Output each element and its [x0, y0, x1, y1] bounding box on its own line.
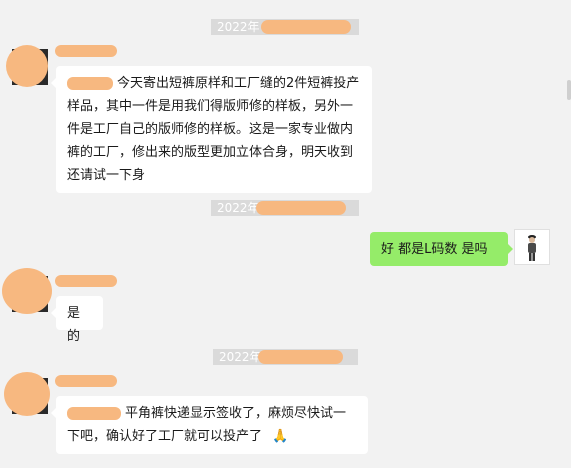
message-bubble-incoming[interactable]: 平角裤快递显示签收了，麻烦尽快试一下吧，确认好了工厂就可以投产了 🙏 — [51, 396, 368, 454]
message-text: 是的 — [67, 306, 81, 344]
message-text: 好 都是L码数 是吗 — [381, 242, 488, 257]
message-bubble-incoming[interactable]: 今天寄出短裤原样和工厂缝的2件短裤投产样品，其中一件是用我们得版师修的样板，另外… — [51, 66, 372, 193]
timestamp-text: 2022年 — [217, 201, 260, 215]
redacted-timestamp — [256, 201, 346, 215]
scrollbar-thumb[interactable] — [567, 80, 571, 100]
redacted-timestamp — [261, 20, 351, 34]
message-bubble-incoming[interactable]: 是的 — [51, 296, 103, 344]
timestamp-divider: 2022年 — [211, 200, 359, 216]
contact-avatar[interactable] — [2, 268, 52, 314]
sender-name-redacted — [55, 275, 117, 287]
message-bubble-outgoing[interactable]: 好 都是L码数 是吗 — [370, 232, 513, 266]
timestamp-text: 2022年 — [219, 350, 262, 364]
person-figure-icon — [528, 235, 536, 261]
sender-name-redacted — [55, 45, 117, 57]
timestamp-divider: 2022年 — [211, 19, 359, 35]
timestamp-text: 2022年 — [217, 20, 260, 34]
timestamp-divider: 2022年 — [213, 349, 358, 365]
praying-hands-emoji: 🙏 — [272, 429, 289, 444]
sender-name-redacted — [55, 375, 117, 387]
redacted-timestamp — [258, 350, 343, 364]
redacted-mention — [67, 77, 113, 90]
redacted-mention — [67, 407, 121, 420]
my-avatar[interactable] — [514, 229, 550, 265]
contact-avatar[interactable] — [6, 45, 48, 87]
contact-avatar[interactable] — [4, 372, 50, 416]
message-text: 今天寄出短裤原样和工厂缝的2件短裤投产样品，其中一件是用我们得版师修的样板，另外… — [67, 76, 360, 183]
